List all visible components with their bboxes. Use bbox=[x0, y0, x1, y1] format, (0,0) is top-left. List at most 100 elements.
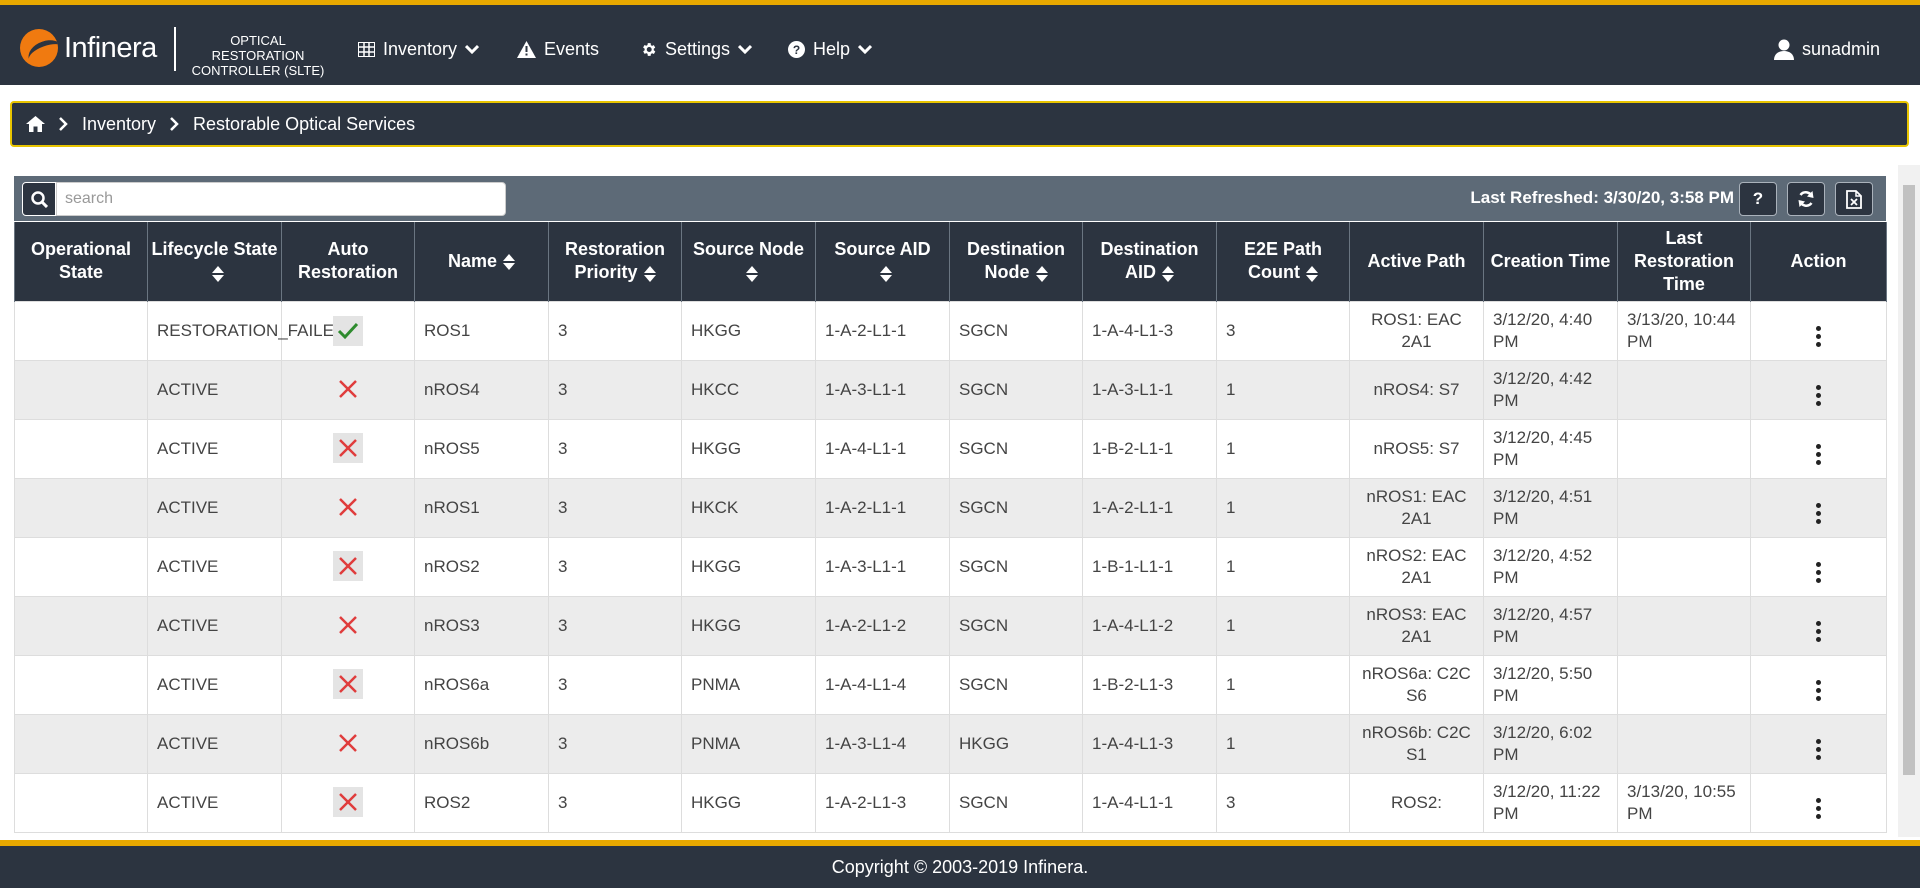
search-input[interactable] bbox=[56, 182, 506, 216]
kebab-menu-icon[interactable] bbox=[1816, 443, 1821, 465]
table-row[interactable]: RESTORATION_FAILED ROS1 3 HKGG 1-A-2-L1-… bbox=[14, 300, 1887, 361]
col-action-label: Action bbox=[1790, 250, 1847, 271]
export-excel-button[interactable] bbox=[1835, 182, 1873, 216]
table-row[interactable]: ACTIVE nROS3 3 HKGG 1-A-2-L1-2 SGCN 1-A-… bbox=[14, 595, 1887, 656]
kebab-menu-icon[interactable] bbox=[1816, 738, 1821, 760]
sort-icon bbox=[745, 265, 758, 283]
cell-destination-aid: 1-A-4-L1-3 bbox=[1082, 713, 1217, 774]
cell-priority: 3 bbox=[548, 418, 682, 479]
cell-lifecycle-state: ACTIVE bbox=[147, 477, 282, 538]
cell-operational-state bbox=[14, 595, 148, 656]
cell-destination-aid: 1-B-1-L1-1 bbox=[1082, 536, 1217, 597]
cell-creation-time: 3/12/20, 4:42 PM bbox=[1483, 359, 1618, 420]
table-row[interactable]: ACTIVE nROS4 3 HKCC 1-A-3-L1-1 SGCN 1-A-… bbox=[14, 359, 1887, 420]
cell-source-node: HKGG bbox=[681, 300, 816, 361]
col-restoration-priority[interactable]: Restoration Priority bbox=[548, 222, 682, 301]
infinera-logo-icon bbox=[20, 29, 58, 67]
cell-priority: 3 bbox=[548, 654, 682, 715]
kebab-menu-icon[interactable] bbox=[1816, 620, 1821, 642]
breadcrumb-inventory[interactable]: Inventory bbox=[82, 114, 156, 135]
cell-creation-time: 3/12/20, 4:40 PM bbox=[1483, 300, 1618, 361]
sort-icon bbox=[643, 265, 656, 283]
col-active-path-label: Active Path bbox=[1367, 250, 1466, 271]
cell-destination-node: SGCN bbox=[949, 477, 1083, 538]
cell-source-aid: 1-A-3-L1-1 bbox=[815, 536, 950, 597]
cell-priority: 3 bbox=[548, 595, 682, 656]
cell-e2e-path-count: 1 bbox=[1216, 595, 1350, 656]
infinera-logo[interactable]: Infinera bbox=[20, 28, 157, 68]
kebab-menu-icon[interactable] bbox=[1816, 325, 1821, 347]
cell-creation-time: 3/12/20, 11:22 PM bbox=[1483, 772, 1618, 833]
table-row[interactable]: ACTIVE nROS5 3 HKGG 1-A-4-L1-1 SGCN 1-B-… bbox=[14, 418, 1887, 479]
scrollbar-thumb[interactable] bbox=[1903, 185, 1915, 775]
cell-operational-state bbox=[14, 713, 148, 774]
cell-last-restoration-time bbox=[1617, 654, 1751, 715]
user-icon bbox=[1773, 39, 1794, 60]
copyright-text: Copyright © 2003-2019 Infinera. bbox=[831, 857, 1089, 877]
col-lifecycle-state[interactable]: Lifecycle State bbox=[147, 222, 282, 301]
kebab-menu-icon[interactable] bbox=[1816, 384, 1821, 406]
col-source-node[interactable]: Source Node bbox=[681, 222, 816, 301]
cell-active-path: nROS6b: C2C S1 bbox=[1349, 713, 1484, 774]
warning-triangle-icon bbox=[517, 40, 536, 58]
kebab-menu-icon[interactable] bbox=[1816, 679, 1821, 701]
cell-destination-aid: 1-B-2-L1-1 bbox=[1082, 418, 1217, 479]
cell-operational-state bbox=[14, 772, 148, 833]
nav-settings[interactable]: Settings bbox=[640, 35, 753, 63]
chevron-right-icon bbox=[59, 117, 68, 131]
cell-source-aid: 1-A-2-L1-1 bbox=[815, 477, 950, 538]
cell-e2e-path-count: 3 bbox=[1216, 300, 1350, 361]
col-source-aid[interactable]: Source AID bbox=[815, 222, 950, 301]
nav-inventory[interactable]: Inventory bbox=[358, 35, 480, 63]
cross-icon bbox=[333, 728, 363, 758]
restorable-services-table: Operational State Lifecycle State Auto R… bbox=[14, 222, 1887, 833]
cell-source-node: HKGG bbox=[681, 536, 816, 597]
cell-destination-aid: 1-A-4-L1-1 bbox=[1082, 772, 1217, 833]
cell-lifecycle-state: ACTIVE bbox=[147, 536, 282, 597]
col-creation-time: Creation Time bbox=[1483, 222, 1618, 301]
sort-icon bbox=[503, 253, 516, 271]
col-name[interactable]: Name bbox=[414, 222, 549, 301]
cell-source-node: HKCK bbox=[681, 477, 816, 538]
table-row[interactable]: ACTIVE nROS6b 3 PNMA 1-A-3-L1-4 HKGG 1-A… bbox=[14, 713, 1887, 774]
cell-source-node: HKGG bbox=[681, 595, 816, 656]
cross-icon bbox=[333, 374, 363, 404]
table-row[interactable]: ACTIVE nROS2 3 HKGG 1-A-3-L1-1 SGCN 1-B-… bbox=[14, 536, 1887, 597]
kebab-menu-icon[interactable] bbox=[1816, 797, 1821, 819]
col-destination-aid-label: Destination AID bbox=[1100, 239, 1199, 283]
gear-icon bbox=[643, 42, 656, 56]
kebab-menu-icon[interactable] bbox=[1816, 561, 1821, 583]
search-button[interactable] bbox=[22, 182, 56, 216]
help-button[interactable]: ? bbox=[1739, 182, 1777, 216]
cell-action bbox=[1750, 418, 1887, 479]
refresh-icon bbox=[1798, 191, 1814, 207]
vertical-scrollbar[interactable] bbox=[1898, 165, 1920, 837]
col-last-restoration-time: Last Restoration Time bbox=[1617, 222, 1751, 301]
user-menu[interactable]: sunadmin bbox=[1773, 35, 1880, 63]
col-destination-node[interactable]: Destination Node bbox=[949, 222, 1083, 301]
col-e2e-path-count[interactable]: E2E Path Count bbox=[1216, 222, 1350, 301]
grid-table-icon bbox=[358, 41, 375, 57]
cell-operational-state bbox=[14, 477, 148, 538]
cell-name: nROS5 bbox=[414, 418, 549, 479]
cell-priority: 3 bbox=[548, 477, 682, 538]
col-source-aid-label: Source AID bbox=[834, 239, 931, 260]
sort-icon bbox=[1162, 265, 1174, 283]
cell-lifecycle-state: ACTIVE bbox=[147, 772, 282, 833]
cell-e2e-path-count: 1 bbox=[1216, 713, 1350, 774]
table-row[interactable]: ACTIVE ROS2 3 HKGG 1-A-2-L1-3 SGCN 1-A-4… bbox=[14, 772, 1887, 833]
kebab-menu-icon[interactable] bbox=[1816, 502, 1821, 524]
cell-name: nROS1 bbox=[414, 477, 549, 538]
cell-operational-state bbox=[14, 536, 148, 597]
cell-lifecycle-state: ACTIVE bbox=[147, 654, 282, 715]
table-row[interactable]: ACTIVE nROS6a 3 PNMA 1-A-4-L1-4 SGCN 1-B… bbox=[14, 654, 1887, 715]
col-destination-aid[interactable]: Destination AID bbox=[1082, 222, 1217, 301]
cell-e2e-path-count: 1 bbox=[1216, 477, 1350, 538]
table-row[interactable]: ACTIVE nROS1 3 HKCK 1-A-2-L1-1 SGCN 1-A-… bbox=[14, 477, 1887, 538]
refresh-button[interactable] bbox=[1787, 182, 1825, 216]
nav-events[interactable]: Events bbox=[517, 35, 599, 63]
nav-help[interactable]: ? Help bbox=[788, 35, 873, 63]
home-icon[interactable] bbox=[26, 116, 45, 132]
col-active-path: Active Path bbox=[1349, 222, 1484, 301]
cell-operational-state bbox=[14, 359, 148, 420]
